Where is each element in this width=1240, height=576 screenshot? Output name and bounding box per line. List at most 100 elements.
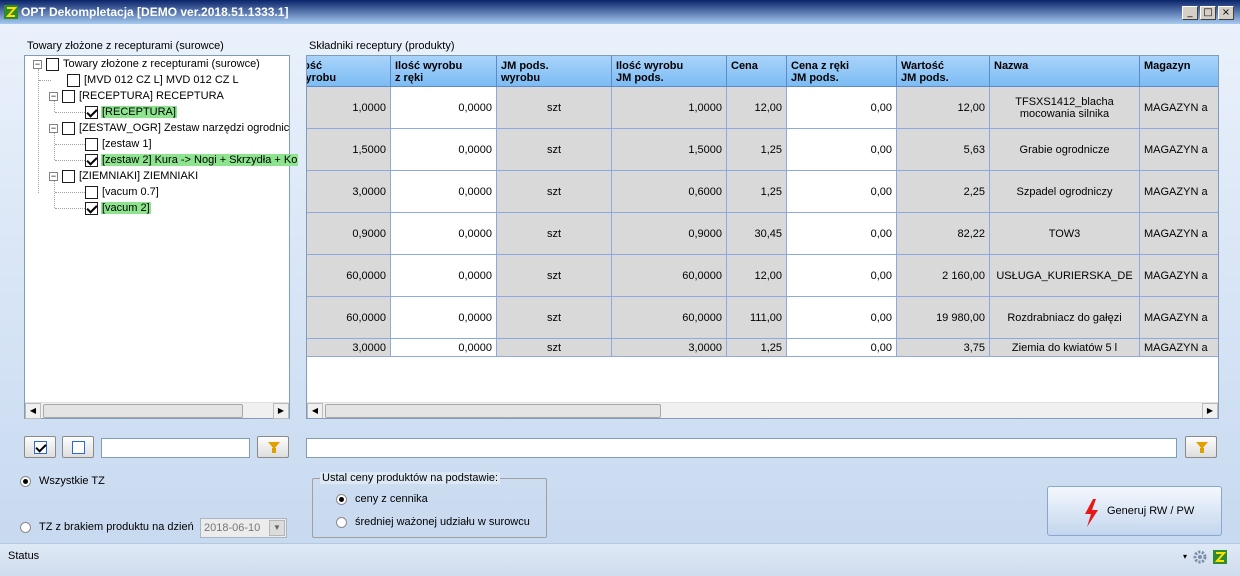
tree-node-zestaw-2[interactable]: [zestaw 2] Kura -> Nogi + Skrzydła + Ko <box>85 152 299 168</box>
tree-checkbox[interactable] <box>85 185 98 199</box>
column-header-price-manual[interactable]: Cena z ręki JM pods. <box>787 56 897 87</box>
tree-checkbox[interactable] <box>85 137 98 151</box>
grid-filter-button[interactable] <box>1185 436 1217 458</box>
right-panel-label: Składniki receptury (produkty) <box>309 40 455 52</box>
collapse-icon[interactable]: − <box>49 91 58 101</box>
tree-node-label: [vacum 0.7] <box>102 186 159 198</box>
cell-qty: 3,0000 <box>307 339 391 357</box>
column-header-name[interactable]: Nazwa <box>990 56 1140 87</box>
scroll-left-icon[interactable]: ◀ <box>25 403 41 419</box>
tree-checkbox[interactable] <box>62 121 75 135</box>
cell-value: 19 980,00 <box>897 297 990 339</box>
cell-price-manual[interactable]: 0,00 <box>787 339 897 357</box>
tree-node-vacum-07[interactable]: [vacum 0.7] <box>85 184 160 200</box>
collapse-icon[interactable]: − <box>49 123 58 133</box>
cell-price-manual[interactable]: 0,00 <box>787 171 897 213</box>
column-header-price[interactable]: Cena <box>727 56 787 87</box>
cell-qty-manual[interactable]: 0,0000 <box>391 339 497 357</box>
filter-icon-stem <box>272 448 276 453</box>
tree-hscrollbar[interactable]: ◀ ▶ <box>25 402 289 419</box>
tree-node-receptura-child[interactable]: [RECEPTURA] <box>85 104 177 120</box>
tree-node-label: [ZIEMNIAKI] ZIEMNIAKI <box>79 170 199 182</box>
column-header-qty-unit[interactable]: Ilość wyrobu JM pods. <box>612 56 727 87</box>
maximize-button[interactable]: □ <box>1200 6 1216 20</box>
radio-all-tz[interactable] <box>20 476 31 487</box>
cell-qty: 60,0000 <box>307 297 391 339</box>
grid-filter-input[interactable] <box>306 438 1177 458</box>
generate-rw-pw-button[interactable]: Generuj RW / PW <box>1047 486 1222 536</box>
collapse-icon[interactable]: − <box>49 171 58 181</box>
tree-node-vacum-2[interactable]: [vacum 2] <box>85 200 151 216</box>
radio-price-list[interactable] <box>336 494 347 505</box>
cell-value: 2,25 <box>897 171 990 213</box>
date-picker[interactable]: 2018-06-10 ▼ <box>200 518 287 538</box>
tree-node-label: [zestaw 2] Kura -> Nogi + Skrzydła + Ko <box>101 154 299 166</box>
cell-price: 1,25 <box>727 129 787 171</box>
cell-qty: 1,0000 <box>307 87 391 129</box>
scroll-right-icon[interactable]: ▶ <box>1202 403 1218 418</box>
cell-warehouse: MAGAZYN a <box>1140 297 1218 339</box>
tree-node-ziemniaki[interactable]: − [ZIEMNIAKI] ZIEMNIAKI <box>49 168 199 184</box>
cell-qty-unit: 3,0000 <box>612 339 727 357</box>
cell-qty: 3,0000 <box>307 171 391 213</box>
scroll-thumb[interactable] <box>43 404 243 418</box>
tree-filter-button[interactable] <box>257 436 289 458</box>
check-all-button[interactable] <box>24 436 56 458</box>
cell-qty-manual[interactable]: 0,0000 <box>391 171 497 213</box>
column-header-qty-manual[interactable]: Ilość wyrobu z ręki <box>391 56 497 87</box>
scroll-thumb[interactable] <box>325 404 661 418</box>
collapse-icon[interactable]: − <box>33 59 42 69</box>
tree-node-mvd[interactable]: [MVD 012 CZ L] MVD 012 CZ L <box>67 72 240 88</box>
tree-checkbox-checked[interactable] <box>85 153 98 167</box>
tree-checkbox[interactable] <box>46 57 59 71</box>
tree-connector <box>54 180 55 208</box>
scroll-left-icon[interactable]: ◀ <box>307 403 323 418</box>
tree-node-root[interactable]: − Towary złożone z recepturami (surowce) <box>33 56 261 72</box>
radio-weighted-average[interactable] <box>336 517 347 528</box>
cell-qty-manual[interactable]: 0,0000 <box>391 297 497 339</box>
cell-price-manual[interactable]: 0,00 <box>787 255 897 297</box>
tree-checkbox[interactable] <box>67 73 80 87</box>
tree-connector <box>55 208 85 209</box>
tree-node-zestaw-1[interactable]: [zestaw 1] <box>85 136 153 152</box>
product-tree[interactable]: − Towary złożone z recepturami (surowce)… <box>24 55 299 419</box>
tree-node-zestaw-ogr[interactable]: − [ZESTAW_OGR] Zestaw narzędzi ogrodnic <box>49 120 290 136</box>
column-header-value[interactable]: Wartość JM pods. <box>897 56 990 87</box>
cell-qty-manual[interactable]: 0,0000 <box>391 255 497 297</box>
column-header-qty[interactable]: Ilość wyrobu <box>307 56 391 87</box>
cell-price-manual[interactable]: 0,00 <box>787 87 897 129</box>
grid-hscrollbar[interactable]: ◀ ▶ <box>307 402 1218 418</box>
cell-warehouse: MAGAZYN a <box>1140 213 1218 255</box>
cell-unit: szt <box>497 339 612 357</box>
tree-checkbox[interactable] <box>62 89 75 103</box>
checkbox-checked-icon <box>34 441 47 454</box>
tree-connector <box>39 80 51 81</box>
cell-unit: szt <box>497 171 612 213</box>
scroll-right-icon[interactable]: ▶ <box>273 403 289 419</box>
app-icon <box>4 5 18 19</box>
tree-filter-input[interactable] <box>101 438 250 458</box>
generate-button-label: Generuj RW / PW <box>1107 505 1195 517</box>
minimize-button[interactable]: _ <box>1182 6 1198 20</box>
title-bar: OPT Dekompletacja [DEMO ver.2018.51.1333… <box>0 0 1240 24</box>
column-header-warehouse[interactable]: Magazyn <box>1140 56 1218 87</box>
ingredients-grid[interactable]: Ilość wyrobuIlość wyrobu z rękiJM pods. … <box>306 55 1219 419</box>
cell-unit: szt <box>497 297 612 339</box>
status-dropdown-icon[interactable]: ▾ <box>1183 552 1187 561</box>
settings-gear-icon[interactable] <box>1192 549 1208 565</box>
dropdown-arrow-icon[interactable]: ▼ <box>269 520 285 536</box>
tree-checkbox-checked[interactable] <box>85 105 98 119</box>
tree-checkbox-checked[interactable] <box>85 201 98 215</box>
column-header-unit[interactable]: JM pods. wyrobu <box>497 56 612 87</box>
close-button[interactable]: × <box>1218 6 1234 20</box>
cell-price-manual[interactable]: 0,00 <box>787 213 897 255</box>
tree-checkbox[interactable] <box>62 169 75 183</box>
cell-price-manual[interactable]: 0,00 <box>787 297 897 339</box>
cell-qty-manual[interactable]: 0,0000 <box>391 129 497 171</box>
uncheck-all-button[interactable] <box>62 436 94 458</box>
cell-qty-manual[interactable]: 0,0000 <box>391 87 497 129</box>
radio-missing-product[interactable] <box>20 522 31 533</box>
cell-qty-manual[interactable]: 0,0000 <box>391 213 497 255</box>
tree-node-receptura[interactable]: − [RECEPTURA] RECEPTURA <box>49 88 225 104</box>
cell-price-manual[interactable]: 0,00 <box>787 129 897 171</box>
